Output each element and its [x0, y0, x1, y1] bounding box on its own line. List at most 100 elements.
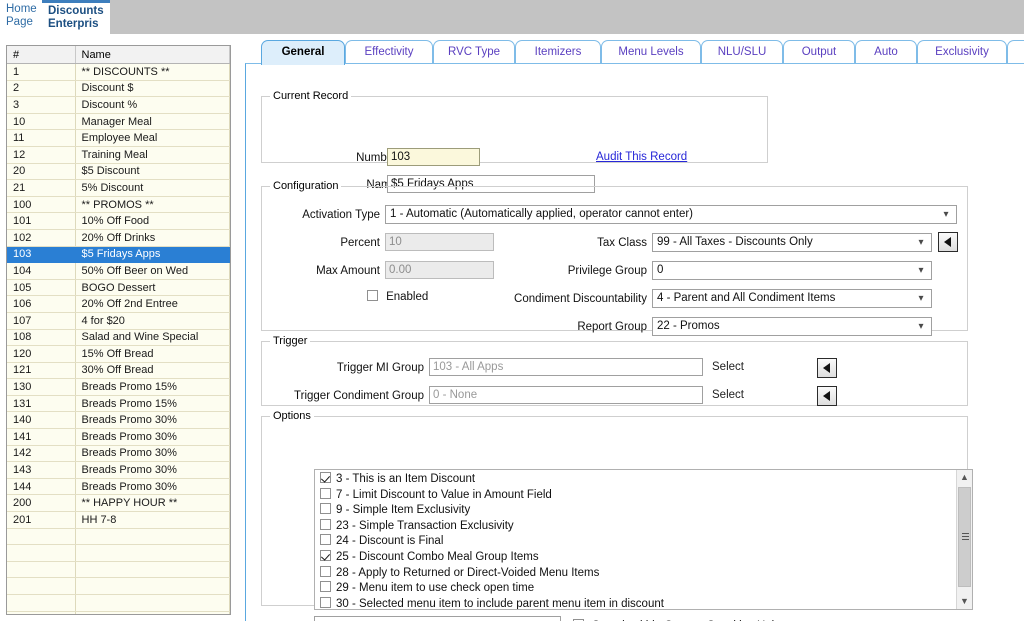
audit-this-record-link[interactable]: Audit This Record: [596, 151, 687, 163]
condiment-discountability-combo[interactable]: 4 - Parent and All Condiment Items ▾: [652, 289, 932, 308]
tab-output[interactable]: Output: [783, 40, 855, 64]
table-row[interactable]: 121 30% Off Bread: [7, 362, 230, 380]
table-row[interactable]: 200 ** HAPPY HOUR **: [7, 494, 230, 513]
tab-general[interactable]: General: [261, 40, 345, 65]
table-row[interactable]: 130 Breads Promo 15%: [7, 378, 230, 396]
table-row[interactable]: [7, 611, 230, 614]
option-item[interactable]: 25 - Discount Combo Meal Group Items: [315, 549, 956, 566]
tab-effectivity[interactable]: Effectivity: [345, 40, 433, 64]
table-row[interactable]: [7, 528, 230, 546]
chevron-down-icon: ▾: [943, 209, 949, 220]
scroll-up-icon[interactable]: ▲: [957, 470, 972, 485]
row-number-cell: 131: [7, 395, 76, 413]
table-row[interactable]: 142 Breads Promo 30%: [7, 445, 230, 463]
table-row[interactable]: 120 15% Off Bread: [7, 345, 230, 363]
option-item[interactable]: 29 - Menu item to use check open time: [315, 581, 956, 597]
table-row[interactable]: 131 Breads Promo 15%: [7, 395, 230, 413]
option-checkbox[interactable]: [320, 472, 331, 483]
option-checkbox[interactable]: [320, 565, 331, 577]
table-row[interactable]: [7, 577, 230, 595]
options-list[interactable]: 3 - This is an Item Discount 7 - Limit Di…: [314, 469, 973, 610]
table-row[interactable]: 101 10% Off Food: [7, 212, 230, 230]
table-row[interactable]: 20 $5 Discount: [7, 163, 230, 181]
table-row[interactable]: [7, 594, 230, 612]
enabled-checkbox-row[interactable]: Enabled: [367, 290, 428, 303]
table-row[interactable]: 100 ** PROMOS **: [7, 196, 230, 214]
option-checkbox[interactable]: [320, 518, 331, 530]
table-row[interactable]: 103 $5 Fridays Apps: [7, 246, 230, 264]
row-number-cell: 121: [7, 362, 76, 380]
table-row[interactable]: [7, 544, 230, 562]
tab-rvc-type[interactable]: RVC Type: [433, 40, 515, 64]
table-row[interactable]: 201 HH 7-8: [7, 511, 230, 529]
trigger-mi-group-select-label[interactable]: Select: [712, 361, 744, 373]
table-row[interactable]: 143 Breads Promo 30%: [7, 461, 230, 479]
scrollbar-thumb[interactable]: [958, 487, 971, 587]
activation-type-combo[interactable]: 1 - Automatic (Automatically applied, op…: [385, 205, 957, 224]
table-row[interactable]: 107 4 for $20: [7, 312, 230, 330]
table-row[interactable]: 105 BOGO Dessert: [7, 279, 230, 297]
option-checkbox[interactable]: [320, 596, 331, 608]
tax-class-nav-button[interactable]: [938, 232, 958, 252]
table-row[interactable]: 2 Discount $: [7, 80, 230, 98]
option-item[interactable]: 24 - Discount is Final: [315, 534, 956, 550]
table-row[interactable]: 21 5% Discount: [7, 179, 230, 197]
column-header-number[interactable]: #: [7, 46, 76, 64]
option-item[interactable]: 23 - Simple Transaction Exclusivity: [315, 518, 956, 535]
options-search-input[interactable]: [314, 616, 561, 621]
table-row[interactable]: 102 20% Off Drinks: [7, 229, 230, 247]
tab-itemizers[interactable]: Itemizers: [515, 40, 601, 64]
privilege-group-combo[interactable]: 0 ▾: [652, 261, 932, 280]
table-row[interactable]: 144 Breads Promo 30%: [7, 478, 230, 496]
row-number-cell: 102: [7, 229, 76, 247]
record-list-panel[interactable]: # Name 1 ** DISCOUNTS ** 2 Discount $3 Disco…: [6, 45, 231, 615]
row-name-cell: ** PROMOS **: [75, 196, 230, 214]
group-trigger-title: Trigger: [270, 335, 311, 347]
option-item[interactable]: 28 - Apply to Returned or Direct-Voided …: [315, 565, 956, 582]
trigger-condiment-group-nav-button[interactable]: [817, 386, 837, 406]
row-name-cell: ** HAPPY HOUR **: [75, 494, 230, 513]
tab-menu-levels[interactable]: Menu Levels: [601, 40, 701, 64]
table-row[interactable]: [7, 561, 230, 579]
report-group-combo[interactable]: 22 - Promos ▾: [652, 317, 932, 336]
table-row[interactable]: 108 Salad and Wine Special: [7, 329, 230, 347]
row-number-cell: 106: [7, 295, 76, 313]
option-checkbox[interactable]: [320, 534, 331, 546]
tab-e[interactable]: E: [1007, 40, 1024, 64]
option-item[interactable]: 7 - Limit Discount to Value in Amount Fi…: [315, 487, 956, 504]
scroll-down-icon[interactable]: ▼: [957, 594, 972, 609]
trigger-condiment-group-select-label[interactable]: Select: [712, 389, 744, 401]
table-row[interactable]: 11 Employee Meal: [7, 129, 230, 147]
trigger-mi-group-field[interactable]: 103 - All Apps: [429, 358, 703, 376]
table-row[interactable]: 104 50% Off Beer on Wed: [7, 262, 230, 280]
column-header-name[interactable]: Name: [75, 46, 230, 64]
option-item[interactable]: 3 - This is an Item Discount: [315, 472, 956, 488]
number-field[interactable]: 103: [387, 148, 480, 166]
tab-exclusivity[interactable]: Exclusivity: [917, 40, 1007, 64]
tab-auto[interactable]: Auto: [855, 40, 917, 64]
row-number-cell: 120: [7, 345, 76, 363]
option-item[interactable]: 9 - Simple Item Exclusivity: [315, 503, 956, 519]
table-row[interactable]: 1 ** DISCOUNTS **: [7, 63, 230, 81]
percent-field[interactable]: 10: [385, 233, 494, 251]
enabled-checkbox[interactable]: [367, 290, 378, 301]
option-checkbox[interactable]: [320, 503, 331, 515]
window-tab-home-page[interactable]: Home Page: [0, 0, 42, 34]
table-row[interactable]: 141 Breads Promo 30%: [7, 428, 230, 446]
option-checkbox[interactable]: [320, 549, 331, 561]
tax-class-combo[interactable]: 99 - All Taxes - Discounts Only ▾: [652, 233, 932, 252]
table-row[interactable]: 106 20% Off 2nd Entree: [7, 295, 230, 313]
table-row[interactable]: 12 Training Meal: [7, 146, 230, 164]
options-list-scrollbar[interactable]: ▲ ▼: [956, 470, 972, 609]
tab-nlu-slu[interactable]: NLU/SLU: [701, 40, 783, 64]
table-row[interactable]: 10 Manager Meal: [7, 113, 230, 131]
trigger-condiment-group-field[interactable]: 0 - None: [429, 386, 703, 404]
window-tab-discounts-enterprise[interactable]: Discounts Enterpris: [42, 0, 110, 34]
option-checkbox[interactable]: [320, 581, 331, 593]
trigger-mi-group-nav-button[interactable]: [817, 358, 837, 378]
table-row[interactable]: 140 Breads Promo 30%: [7, 411, 230, 430]
max-amount-field[interactable]: 0.00: [385, 261, 494, 279]
option-checkbox[interactable]: [320, 487, 331, 499]
option-item[interactable]: 30 - Selected menu item to include paren…: [315, 596, 956, 609]
table-row[interactable]: 3 Discount %: [7, 96, 230, 114]
